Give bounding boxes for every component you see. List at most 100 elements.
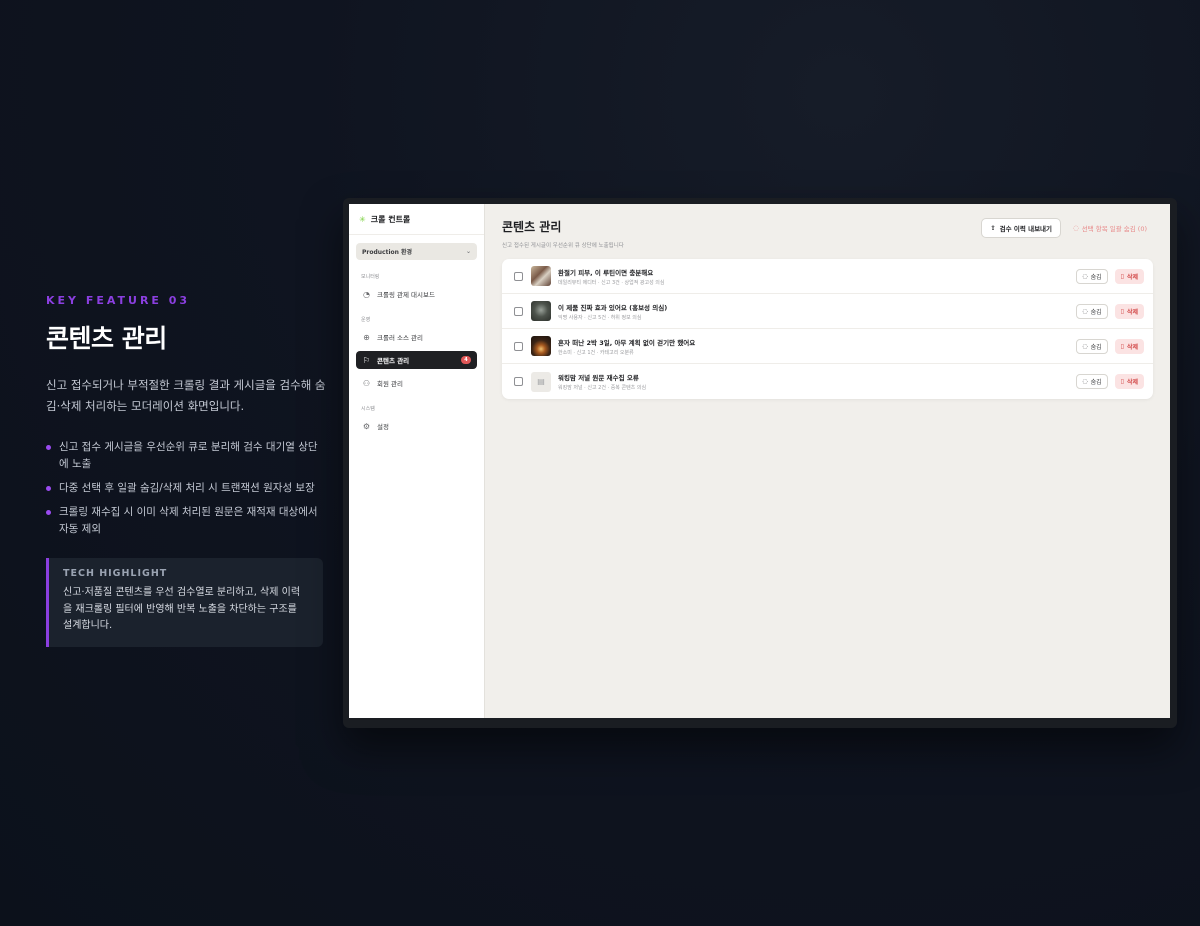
eye-off-icon: ◌ [1082,378,1088,385]
count-badge: 4 [461,356,471,364]
feature-bullet-text: 신고 접수 게시글을 우선순위 큐로 분리해 검수 대기열 상단에 노출 [59,441,318,470]
delete-button[interactable]: ▯ 삭제 [1114,338,1144,354]
bulk-hide-button[interactable]: ◌ 선택 항목 일괄 숨김 (0) [1073,223,1153,233]
delete-button[interactable]: ▯ 삭제 [1114,374,1144,389]
trash-icon: ▯ [1120,307,1124,315]
feature-title: 콘텐츠 관리 [46,324,167,353]
gauge-icon: ◔ [363,289,370,299]
users-icon: ⚇ [362,378,371,388]
row-checkbox[interactable] [514,306,523,316]
sidebar-item-settings[interactable]: ⚙ 설정 [356,417,477,435]
header-actions: ⇪ 검수 이력 내보내기 ◌ 선택 항목 일괄 숨김 (0) [981,218,1153,238]
eye-off-icon: ◌ [1073,224,1079,232]
feature-bullets: 신고 접수 게시글을 우선순위 큐로 분리해 검수 대기열 상단에 노출 다중 … [46,439,326,538]
feature-panel: KEY FEATURE 03 콘텐츠 관리 신고 접수되거나 부적절한 크롤링 … [46,294,326,647]
env-label: Production 환경 [362,249,413,256]
page-title: 콘텐츠 관리 [502,220,562,234]
row-checkbox[interactable] [514,271,523,281]
app-screen: ✳ 크롤 컨트롤 Production 환경 ⌄ 모니터링 ◔ 크롤링 관제 대… [349,204,1170,718]
delete-label: 삭제 [1126,273,1138,281]
delete-button[interactable]: ▯ 삭제 [1114,268,1144,284]
sidebar-section-label: 모니터링 [361,274,380,280]
main-content: 콘텐츠 관리 신고 접수된 게시글이 우선순위 큐 상단에 노출됩니다 ⇪ 검수… [485,204,1170,718]
content-title: 이 제품 진짜 효과 있어요 (홍보성 의심) [558,303,668,312]
sidebar-item-members[interactable]: ⚇ 회원 관리 [356,374,477,392]
content-thumbnail [531,301,551,321]
bullet-dot-icon [46,445,51,450]
app-frame: ✳ 크롤 컨트롤 Production 환경 ⌄ 모니터링 ◔ 크롤링 관제 대… [343,198,1177,728]
brand-name: 크롤 컨트롤 [370,215,411,224]
feature-bullet-text: 크롤링 재수집 시 이미 삭제 처리된 원문은 재적재 대상에서 자동 제외 [59,506,318,535]
sidebar: ✳ 크롤 컨트롤 Production 환경 ⌄ 모니터링 ◔ 크롤링 관제 대… [349,204,485,718]
content-thumbnail: ▤ [531,371,551,392]
feature-bullet: 신고 접수 게시글을 우선순위 큐로 분리해 검수 대기열 상단에 노출 [46,439,326,473]
content-meta: 한소미 · 신고 1건 · 카테고리 오분류 [558,349,634,356]
main-header: 콘텐츠 관리 신고 접수된 게시글이 우선순위 큐 상단에 노출됩니다 ⇪ 검수… [502,218,1153,249]
content-row: 환절기 피부, 이 루틴이면 충분해요 데일리뷰티 에디터 · 신고 3건 · … [502,259,1153,294]
sidebar-item-label: 크롤러 소스 관리 [377,334,423,342]
sidebar-section-label: 운영 [361,317,371,323]
export-history-button[interactable]: ⇪ 검수 이력 내보내기 [981,218,1062,238]
sidebar-item-dashboard[interactable]: ◔ 크롤링 관제 대시보드 [356,285,477,303]
sidebar-item-crawler-sources[interactable]: ⊕ 크롤러 소스 관리 [356,328,477,346]
content-text: 환절기 피부, 이 루틴이면 충분해요 데일리뷰티 에디터 · 신고 3건 · … [558,267,1076,286]
upload-icon: ⇪ [990,224,996,232]
bullet-dot-icon [46,486,51,491]
row-actions: ◌ 숨김 ▯ 삭제 [1076,268,1144,284]
delete-label: 삭제 [1126,343,1138,351]
content-text: 워킹맘 저널 원문 재수집 오류 워킹맘 저널 · 신고 2건 · 중복 콘텐츠… [558,372,1076,391]
feature-kicker: KEY FEATURE 03 [46,294,191,307]
tech-highlight-body: 신고·저품질 콘텐츠를 우선 검수열로 분리하고, 삭제 이력을 재크롤링 필터… [63,587,301,631]
content-text: 혼자 떠난 2박 3일, 아무 계획 없이 걷기만 했어요 한소미 · 신고 1… [558,337,1076,356]
content-text: 이 제품 진짜 효과 있어요 (홍보성 의심) 익명 사용자 · 신고 5건 ·… [558,302,1076,321]
page-subtitle: 신고 접수된 게시글이 우선순위 큐 상단에 노출됩니다 [502,243,624,249]
content-list: 환절기 피부, 이 루틴이면 충분해요 데일리뷰티 에디터 · 신고 3건 · … [502,259,1153,399]
hide-button[interactable]: ◌ 숨김 [1076,303,1108,319]
hide-label: 숨김 [1090,273,1102,281]
eye-off-icon: ◌ [1082,342,1088,350]
hide-button[interactable]: ◌ 숨김 [1076,374,1108,389]
delete-button[interactable]: ▯ 삭제 [1114,303,1144,319]
globe-icon: ⊕ [363,332,370,342]
feature-bullet: 크롤링 재수집 시 이미 삭제 처리된 원문은 재적재 대상에서 자동 제외 [46,504,326,538]
trash-icon: ▯ [1120,272,1124,280]
hide-label: 숨김 [1090,343,1102,351]
export-history-label: 검수 이력 내보내기 [999,225,1053,233]
eye-off-icon: ◌ [1082,307,1088,315]
hide-button[interactable]: ◌ 숨김 [1076,268,1108,284]
feature-bullet-text: 다중 선택 후 일괄 숨김/삭제 처리 시 트랜잭션 원자성 보장 [59,482,315,494]
sidebar-item-content[interactable]: ⚐ 콘텐츠 관리 4 [356,351,477,369]
content-meta: 익명 사용자 · 신고 5건 · 허위 정보 의심 [558,314,642,321]
row-actions: ◌ 숨김 ▯ 삭제 [1076,303,1144,319]
feature-bullet: 다중 선택 후 일괄 숨김/삭제 처리 시 트랜잭션 원자성 보장 [46,480,326,497]
row-actions: ◌ 숨김 ▯ 삭제 [1076,338,1144,354]
content-meta: 데일리뷰티 에디터 · 신고 3건 · 상업적 광고성 의심 [558,279,665,286]
file-icon: ▤ [537,377,545,386]
delete-label: 삭제 [1126,379,1138,386]
bulk-hide-label: 선택 항목 일괄 숨김 (0) [1081,225,1147,233]
tech-highlight: TECH HIGHLIGHT 신고·저품질 콘텐츠를 우선 검수열로 분리하고,… [46,558,323,647]
content-thumbnail [531,336,551,356]
row-actions: ◌ 숨김 ▯ 삭제 [1076,374,1144,389]
trash-icon: ▯ [1120,342,1124,350]
content-title: 혼자 떠난 2박 3일, 아무 계획 없이 걷기만 했어요 [558,338,696,347]
gear-icon: ⚙ [362,421,371,431]
hide-button[interactable]: ◌ 숨김 [1076,338,1108,354]
delete-label: 삭제 [1126,308,1138,316]
content-row: 혼자 떠난 2박 3일, 아무 계획 없이 걷기만 했어요 한소미 · 신고 1… [502,329,1153,364]
title-block: 콘텐츠 관리 신고 접수된 게시글이 우선순위 큐 상단에 노출됩니다 [502,218,624,249]
bullet-dot-icon [46,510,51,515]
hide-label: 숨김 [1090,379,1102,386]
feature-description: 신고 접수되거나 부적절한 크롤링 결과 게시글을 검수해 숨김·삭제 처리하는… [46,378,326,413]
sidebar-section-label: 시스템 [361,406,375,412]
sidebar-item-label: 크롤링 관제 대시보드 [377,291,435,299]
env-selector[interactable]: Production 환경 ⌄ [356,243,477,260]
row-checkbox[interactable] [514,341,523,351]
sidebar-item-label: 설정 [377,423,389,431]
content-title: 워킹맘 저널 원문 재수집 오류 [558,374,639,382]
row-checkbox[interactable] [514,377,523,386]
sidebar-item-label: 콘텐츠 관리 [377,357,410,365]
content-thumbnail [531,266,551,286]
flag-icon: ⚐ [362,355,371,365]
chevron-down-icon: ⌄ [465,248,471,255]
